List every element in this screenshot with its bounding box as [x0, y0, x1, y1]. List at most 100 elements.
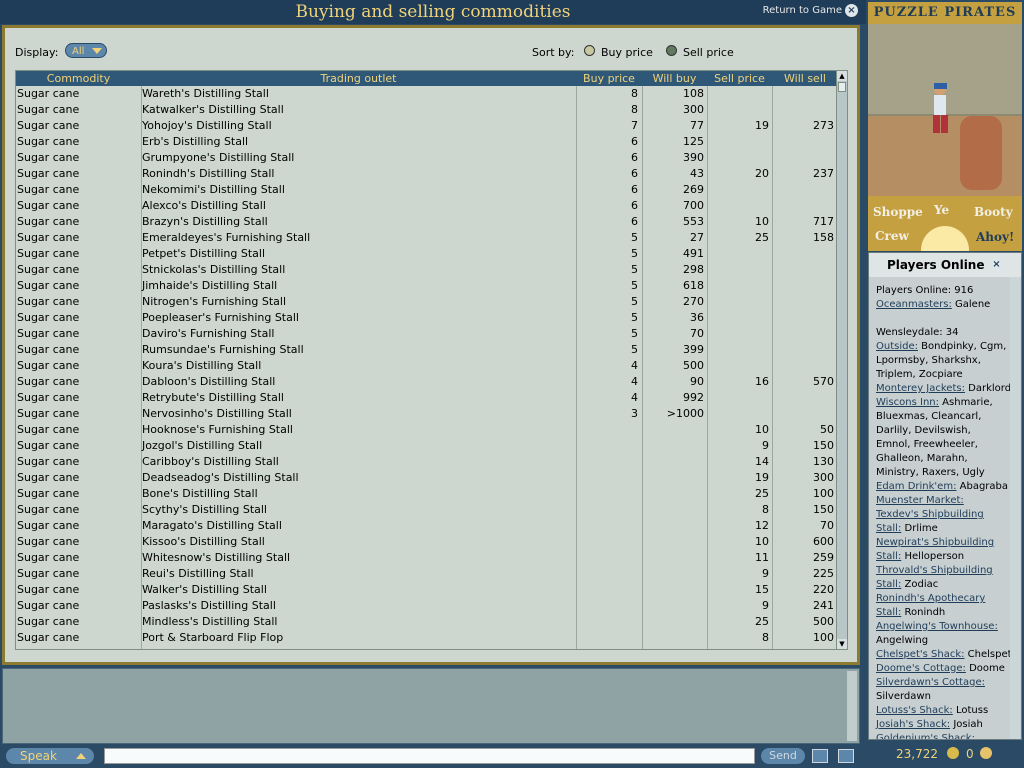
- table-row[interactable]: Sugar cane Jozgol's Distilling Stall 9 150: [16, 438, 838, 454]
- table-cell: Alexco's Distilling Stall: [142, 199, 266, 212]
- location-link[interactable]: Muenster Market:: [876, 495, 964, 506]
- table-row[interactable]: Sugar cane Nitrogen's Furnishing Stall 5 27…: [16, 294, 838, 310]
- column-header-buy-price[interactable]: Buy price: [576, 72, 642, 85]
- column-header-will-buy[interactable]: Will buy: [642, 72, 707, 85]
- players-line: Josiah's Shack: Josiah: [876, 718, 1009, 732]
- location-link[interactable]: Stall:: [876, 579, 901, 590]
- players-line: Monterey Jackets: Darklord: [876, 382, 1011, 396]
- location-link[interactable]: Stall:: [876, 607, 901, 618]
- location-link[interactable]: Angelwing's Townhouse:: [876, 621, 998, 632]
- table-row[interactable]: Sugar cane Petpet's Distilling Stall 5 491: [16, 246, 838, 262]
- location-link[interactable]: Josiah's Shack:: [876, 719, 950, 730]
- table-cell: Bestlicker's Furnishing Stall: [142, 647, 572, 649]
- table-row[interactable]: Sugar cane Scythy's Distilling Stall 8 150: [16, 502, 838, 518]
- list-icon[interactable]: [812, 749, 828, 763]
- location-link[interactable]: Throvald's Shipbuilding: [876, 565, 993, 576]
- location-link[interactable]: Goldenium's Shack:: [876, 733, 975, 739]
- table-row[interactable]: Sugar cane Alexco's Distilling Stall 6 700: [16, 198, 838, 214]
- table-row[interactable]: Sugar caneBestlicker's Furnishing Stall 1…: [16, 646, 838, 649]
- table-row[interactable]: Sugar cane Daviro's Furnishing Stall 5 70: [16, 326, 838, 342]
- nav-ahoy[interactable]: Ahoy!: [976, 230, 1014, 244]
- send-button[interactable]: Send: [761, 748, 805, 764]
- close-icon[interactable]: ×: [845, 4, 858, 17]
- scroll-thumb[interactable]: [838, 82, 846, 92]
- table-row[interactable]: Sugar cane Nekomimi's Distilling Stall 6 26…: [16, 182, 838, 198]
- table-row[interactable]: Sugar cane Walker's Distilling Stall 15 220: [16, 582, 838, 598]
- table-row[interactable]: Sugar cane Yohojoy's Distilling Stall 7 77 1…: [16, 118, 838, 134]
- nav-shoppe[interactable]: Shoppe: [873, 205, 923, 219]
- table-row[interactable]: Sugar cane Kissoo's Distilling Stall 10 600: [16, 534, 838, 550]
- table-row[interactable]: Sugar cane Erb's Distilling Stall 6 125: [16, 134, 838, 150]
- return-to-game-link[interactable]: Return to Game: [763, 5, 842, 16]
- location-link[interactable]: Edam Drink'em:: [876, 481, 956, 492]
- column-header-sell-price[interactable]: Sell price: [707, 72, 772, 85]
- window-title: Buying and selling commodities: [295, 2, 571, 22]
- table-row[interactable]: Sugar cane Mindless's Distilling Stall 25 5…: [16, 614, 838, 630]
- table-cell: Sugar cane: [17, 87, 80, 100]
- location-link[interactable]: Monterey Jackets:: [876, 383, 965, 394]
- table-row[interactable]: Sugar cane Caribboy's Distilling Stall 14 1…: [16, 454, 838, 470]
- location-link[interactable]: Stall:: [876, 551, 901, 562]
- location-link[interactable]: Ronindh's Apothecary: [876, 593, 985, 604]
- table-scrollbar[interactable]: ▲ ▼: [836, 71, 847, 649]
- table-row[interactable]: Sugar cane Grumpyone's Distilling Stall 6 3…: [16, 150, 838, 166]
- nav-booty[interactable]: Booty: [974, 205, 1013, 219]
- table-row[interactable]: Sugar cane Reui's Distilling Stall 9 225: [16, 566, 838, 582]
- column-header-trading-outlet[interactable]: Trading outlet: [141, 72, 576, 85]
- location-link[interactable]: Stall:: [876, 523, 901, 534]
- table-row[interactable]: Sugar cane Koura's Distilling Stall 4 500: [16, 358, 838, 374]
- table-row[interactable]: Sugar cane Jimhaide's Distilling Stall 5 61…: [16, 278, 838, 294]
- table-row[interactable]: Sugar cane Dabloon's Distilling Stall 4 90 1…: [16, 374, 838, 390]
- location-link[interactable]: Doome's Cottage:: [876, 663, 966, 674]
- table-cell: 8: [631, 87, 638, 100]
- table-cell: 6: [631, 151, 638, 164]
- location-link[interactable]: Wiscons Inn:: [876, 397, 939, 408]
- location-link[interactable]: Newpirat's Shipbuilding: [876, 537, 994, 548]
- table-row[interactable]: Sugar cane Ronindh's Distilling Stall 6 43 2…: [16, 166, 838, 182]
- table-row[interactable]: Sugar cane Nervosinho's Distilling Stall 3…: [16, 406, 838, 422]
- location-link[interactable]: Silverdawn's Cottage:: [876, 677, 985, 688]
- location-link[interactable]: Texdev's Shipbuilding: [876, 509, 984, 520]
- scroll-up-icon[interactable]: ▲: [837, 71, 847, 81]
- table-row[interactable]: Sugar cane Retrybute's Distilling Stall 4 9…: [16, 390, 838, 406]
- table-row[interactable]: Sugar cane Hooknose's Furnishing Stall 10 5…: [16, 422, 838, 438]
- nav-ye[interactable]: Ye: [934, 203, 949, 217]
- table-cell: Sugar cane: [17, 375, 80, 388]
- nav-crew[interactable]: Crew: [875, 229, 909, 243]
- players-line: Lotuss's Shack: Lotuss: [876, 704, 1009, 718]
- close-icon[interactable]: ×: [990, 258, 1003, 271]
- location-link[interactable]: Outside:: [876, 341, 918, 352]
- table-row[interactable]: Sugar cane Emeraldeyes's Furnishing Stall…: [16, 230, 838, 246]
- location-link[interactable]: Chelspet's Shack:: [876, 649, 965, 660]
- scroll-down-icon[interactable]: ▼: [837, 639, 847, 649]
- table-row[interactable]: Sugar cane Stnickolas's Distilling Stall 5…: [16, 262, 838, 278]
- table-row[interactable]: Sugar cane Katwalker's Distilling Stall 8 3…: [16, 102, 838, 118]
- table-cell: Sugar cane: [17, 391, 80, 404]
- pirate-avatar: [933, 83, 948, 133]
- chat-input[interactable]: [104, 748, 755, 764]
- table-row[interactable]: Sugar cane Whitesnow's Distilling Stall 11…: [16, 550, 838, 566]
- controls-row: Display: All Sort by: Buy price Sell pri…: [15, 43, 847, 63]
- table-row[interactable]: Sugar cane Brazyn's Distilling Stall 6 553 1…: [16, 214, 838, 230]
- table-row[interactable]: Sugar cane Poepleaser's Furnishing Stall 5…: [16, 310, 838, 326]
- sort-sell-radio[interactable]: [666, 45, 677, 56]
- table-row[interactable]: Sugar cane Maragato's Distilling Stall 12 7…: [16, 518, 838, 534]
- location-link[interactable]: Lotuss's Shack:: [876, 705, 953, 716]
- table-row[interactable]: Sugar cane Rumsundae's Furnishing Stall 5 3…: [16, 342, 838, 358]
- column-header-commodity[interactable]: Commodity: [16, 72, 141, 85]
- chat-scrollbar[interactable]: [847, 671, 857, 741]
- sort-buy-radio[interactable]: [584, 45, 595, 56]
- table-row[interactable]: Sugar cane Bone's Distilling Stall 25 100: [16, 486, 838, 502]
- table-cell: 25: [755, 487, 769, 500]
- table-row[interactable]: Sugar cane Wareth's Distilling Stall 8 108: [16, 86, 838, 102]
- table-row[interactable]: Sugar cane Paslasks's Distilling Stall 9 24…: [16, 598, 838, 614]
- location-link[interactable]: Oceanmasters:: [876, 299, 952, 310]
- table-row[interactable]: Sugar cane Deadseadog's Distilling Stall 1…: [16, 470, 838, 486]
- table-row[interactable]: Sugar cane Port & Starboard Flip Flop 8 100: [16, 630, 838, 646]
- players-scrollbar[interactable]: [1010, 277, 1020, 739]
- table-cell: 269: [683, 183, 704, 196]
- display-select[interactable]: All: [65, 43, 107, 58]
- window-icon[interactable]: [838, 749, 854, 763]
- speak-dropdown[interactable]: Speak: [6, 748, 94, 764]
- column-header-will-sell[interactable]: Will sell: [772, 72, 838, 85]
